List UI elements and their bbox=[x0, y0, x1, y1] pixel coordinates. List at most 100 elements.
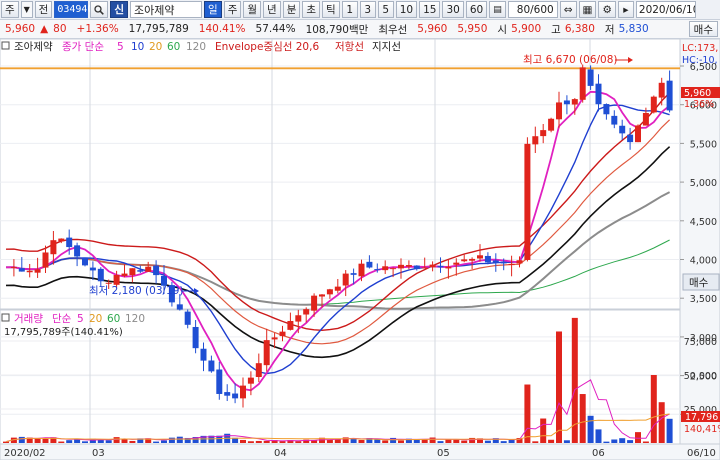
minute-5[interactable]: 5 bbox=[377, 1, 394, 18]
candle-body bbox=[311, 295, 318, 311]
credit-button[interactable]: 신 bbox=[110, 1, 129, 18]
minute-60[interactable]: 60 bbox=[465, 1, 488, 18]
fit-icon[interactable]: ⇔ bbox=[559, 1, 577, 18]
volume-bar bbox=[453, 439, 460, 443]
volume-bar bbox=[263, 440, 270, 443]
candle-body bbox=[508, 263, 515, 266]
volume-bar bbox=[635, 432, 641, 443]
candle-body bbox=[421, 267, 428, 269]
buy-order-button[interactable]: 매수 bbox=[688, 21, 718, 37]
candle-body bbox=[635, 125, 641, 143]
chart-toolbar: 주 ▼ 전 034940 신 조아제약 일 주 월 년 분 초 틱 1 3 5 … bbox=[0, 0, 720, 20]
candle-body bbox=[540, 130, 547, 137]
calculator-icon[interactable]: ▦ bbox=[578, 1, 597, 18]
volume-bar bbox=[66, 440, 73, 443]
candle-body bbox=[255, 363, 262, 378]
volume-bar bbox=[129, 440, 136, 443]
low-annotation-text: 최저 2,180 (03/19) bbox=[89, 285, 184, 297]
price-panel[interactable] bbox=[0, 39, 681, 310]
volume-ratio: 140.41% bbox=[198, 23, 246, 35]
stock-chart[interactable]: 6,5006,0005,5005,0004,5004,0003,5003,000… bbox=[0, 39, 720, 460]
candle-body bbox=[66, 237, 73, 248]
candle-body bbox=[271, 337, 278, 340]
period-year[interactable]: 년 bbox=[263, 1, 281, 18]
legend-vol-ma5: 5 bbox=[77, 313, 84, 325]
minute-30[interactable]: 30 bbox=[442, 1, 464, 18]
volume-bar bbox=[255, 440, 262, 443]
x-tick-label: 06/10 bbox=[687, 448, 716, 459]
candle-body bbox=[295, 315, 302, 322]
candle-body bbox=[105, 282, 112, 284]
volume-bar bbox=[548, 439, 555, 443]
volume-bar bbox=[461, 440, 468, 443]
chart-options-icon[interactable]: ▤ bbox=[489, 1, 506, 18]
period-day[interactable]: 일 bbox=[204, 1, 222, 18]
volume-bar bbox=[382, 440, 389, 443]
minute-15[interactable]: 15 bbox=[419, 1, 441, 18]
side-buy-button-text[interactable]: 매수 bbox=[689, 277, 709, 289]
minute-3[interactable]: 3 bbox=[359, 1, 376, 18]
x-tick-label: 03 bbox=[92, 448, 105, 459]
candle-body bbox=[240, 385, 246, 399]
candle-body bbox=[642, 112, 649, 126]
y-tick-label: 5,000 bbox=[690, 178, 717, 189]
volume-bar bbox=[642, 441, 649, 443]
open-label: 시 bbox=[497, 23, 508, 36]
period-tick[interactable]: 틱 bbox=[322, 1, 340, 18]
volume-bar bbox=[587, 415, 594, 443]
search-icon[interactable] bbox=[90, 1, 109, 18]
volume-bar bbox=[153, 441, 160, 443]
y-tick-label: 4,500 bbox=[690, 217, 717, 228]
turnover-rate: 57.44% bbox=[255, 23, 296, 35]
period-week[interactable]: 주 bbox=[223, 1, 242, 18]
candle-body bbox=[319, 294, 325, 297]
hc-label: HC:-10, bbox=[682, 55, 718, 66]
volume-bar bbox=[240, 439, 246, 443]
candle-body bbox=[121, 273, 128, 276]
volume-bar bbox=[421, 439, 428, 443]
last-volume-tag-text: 17,796 bbox=[685, 412, 718, 423]
volume-bar bbox=[666, 418, 673, 443]
expand-icon[interactable]: ▸ bbox=[617, 1, 634, 18]
candle-body bbox=[532, 136, 539, 145]
volume-bar bbox=[524, 384, 531, 443]
candle-body bbox=[192, 326, 199, 349]
legend-checkbox[interactable] bbox=[1, 41, 10, 50]
period-minute[interactable]: 분 bbox=[282, 1, 301, 18]
legend-vol-ma20: 20 bbox=[89, 313, 102, 325]
period-second[interactable]: 초 bbox=[302, 1, 321, 18]
y-tick-label: 3,500 bbox=[690, 294, 717, 305]
candle-body bbox=[461, 259, 468, 262]
low-price: 5,830 bbox=[618, 23, 649, 35]
candle-body bbox=[658, 82, 665, 98]
legend-checkbox[interactable] bbox=[1, 313, 10, 322]
trade-amount: 108,790백만 bbox=[305, 23, 369, 36]
market-button[interactable]: 전 bbox=[34, 1, 53, 18]
gear-icon[interactable]: ⚙ bbox=[598, 1, 616, 18]
legend-support: 지지선 bbox=[372, 41, 401, 53]
candle-body bbox=[303, 309, 310, 315]
legend-vol-ma120: 120 bbox=[125, 313, 145, 325]
chart-type-button[interactable]: 주 bbox=[1, 1, 19, 18]
high-annotation: 최고 6,670 (06/08) bbox=[523, 54, 633, 66]
period-month[interactable]: 월 bbox=[243, 1, 262, 18]
volume-bar bbox=[105, 440, 112, 443]
y-tick-label: 75,000 bbox=[684, 337, 717, 348]
stock-code-input[interactable]: 034940 bbox=[54, 1, 93, 18]
data-count-field[interactable]: 80/600 bbox=[507, 1, 558, 18]
volume-bar bbox=[247, 441, 254, 443]
date-field[interactable]: 2020/06/10 bbox=[635, 1, 696, 18]
legend-volume-ma-label: 단순 bbox=[52, 313, 72, 325]
candle-body bbox=[358, 263, 365, 277]
chevron-down-icon[interactable]: ▼ bbox=[20, 1, 33, 18]
candle-body bbox=[247, 377, 254, 384]
minute-1[interactable]: 1 bbox=[341, 1, 358, 18]
candle-body bbox=[579, 67, 586, 100]
minute-10[interactable]: 10 bbox=[395, 1, 418, 18]
candle-body bbox=[429, 264, 436, 268]
volume-bar bbox=[374, 439, 381, 443]
legend-ma20: 20 bbox=[149, 41, 162, 53]
lc-label: LC:173, bbox=[682, 43, 718, 54]
volume-bar bbox=[563, 440, 570, 443]
candle-body bbox=[516, 260, 523, 264]
